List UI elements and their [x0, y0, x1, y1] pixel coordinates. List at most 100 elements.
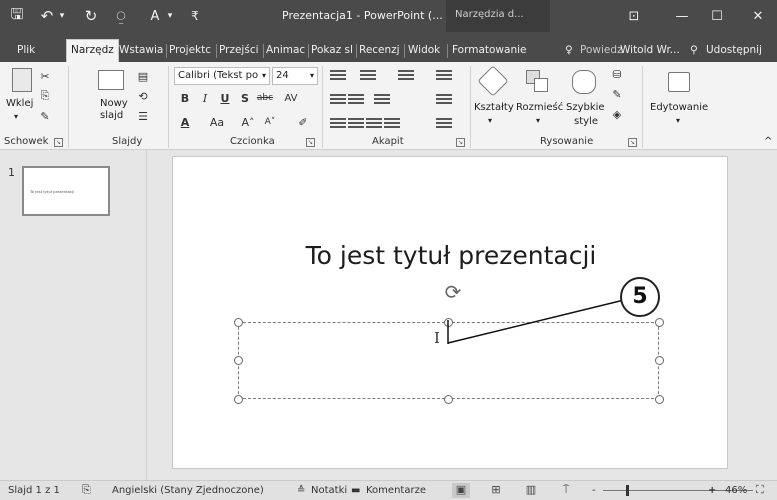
maximize-button[interactable]: ☐	[703, 6, 731, 26]
font-size-dropdown-icon[interactable]: ▾	[310, 71, 314, 80]
line-spacing-icon[interactable]	[398, 68, 414, 82]
zoom-slider-thumb[interactable]	[626, 485, 629, 496]
save-icon[interactable]: 🖫	[6, 5, 28, 26]
share-button[interactable]: Udostępnij	[706, 40, 762, 62]
cut-icon[interactable]: ✂	[36, 68, 54, 84]
new-slide-button[interactable]: slajd	[100, 110, 123, 121]
smartart-icon[interactable]	[436, 116, 452, 130]
editing-dropdown-icon[interactable]: ▾	[676, 116, 680, 125]
drawing-launcher-icon[interactable]: ↘	[628, 138, 637, 147]
resize-handle-top-left[interactable]	[234, 318, 243, 327]
shape-fill-icon[interactable]: ⛁	[608, 66, 626, 82]
align-right-icon[interactable]	[366, 116, 382, 130]
tab-file[interactable]: Plik	[17, 40, 35, 62]
clear-formatting-icon[interactable]: ✐	[294, 114, 312, 130]
shapes-icon[interactable]	[477, 65, 509, 97]
justify-icon[interactable]	[384, 116, 400, 130]
font-dropdown-icon[interactable]: ▾	[164, 6, 176, 26]
font-name-dropdown-icon[interactable]: ▾	[262, 71, 266, 80]
decrease-indent-icon[interactable]	[330, 92, 346, 106]
reading-view-icon[interactable]: ▥	[522, 483, 540, 498]
align-left-icon[interactable]	[330, 116, 346, 130]
font-launcher-icon[interactable]: ↘	[306, 138, 315, 147]
resize-handle-bottom-left[interactable]	[234, 395, 243, 404]
zoom-in-button[interactable]: +	[708, 485, 716, 496]
zoom-out-button[interactable]: -	[592, 485, 596, 496]
align-center-icon[interactable]	[348, 116, 364, 130]
increase-indent-icon[interactable]	[348, 92, 364, 106]
shape-effects-icon[interactable]: ◈	[608, 106, 626, 122]
find-icon[interactable]	[668, 72, 690, 92]
zoom-level[interactable]: 46%	[725, 485, 747, 496]
bullets-icon[interactable]	[330, 68, 346, 82]
comments-icon[interactable]: ▬	[351, 485, 360, 496]
tab-transitions[interactable]: Przejści	[219, 40, 259, 62]
spelling-icon[interactable]: ⎘	[82, 483, 91, 497]
underline-button[interactable]: U	[216, 90, 234, 106]
slide-sorter-icon[interactable]: ⊞	[487, 483, 505, 498]
shapes-button[interactable]: Kształty	[474, 102, 514, 113]
slide-thumbnail[interactable]: To jest tytuł prezentacji	[22, 166, 110, 216]
strikethrough-button[interactable]: abc	[254, 90, 276, 106]
collapse-ribbon-icon[interactable]: ^	[764, 136, 772, 147]
format-painter-icon[interactable]: ✎	[36, 108, 54, 124]
tab-slideshow[interactable]: Pokaz sl	[311, 40, 353, 62]
change-case-button[interactable]: Aa	[206, 114, 228, 130]
ribbon-display-icon[interactable]: ⊡	[620, 6, 648, 26]
resize-handle-left[interactable]	[234, 356, 243, 365]
share-icon[interactable]: ⚲	[690, 40, 698, 62]
grow-font-button[interactable]: A˄	[238, 114, 258, 130]
editing-button[interactable]: Edytowanie	[650, 102, 708, 113]
user-name[interactable]: Witold Wr...	[620, 40, 680, 62]
align-text-icon[interactable]	[436, 92, 452, 106]
quick-styles-label-1[interactable]: Szybkie	[566, 102, 605, 113]
undo-dropdown-icon[interactable]: ▾	[56, 6, 68, 26]
tab-design[interactable]: Projektc	[169, 40, 211, 62]
arrange-icon-front[interactable]	[534, 78, 548, 92]
start-from-beginning-icon[interactable]: ⍜	[110, 6, 132, 26]
font-icon[interactable]: A	[144, 6, 166, 26]
shapes-dropdown-icon[interactable]: ▾	[488, 116, 492, 125]
section-icon[interactable]: ☰	[134, 108, 152, 124]
clipboard-launcher-icon[interactable]: ↘	[54, 138, 63, 147]
resize-handle-right[interactable]	[655, 356, 664, 365]
tab-format[interactable]: Formatowanie	[452, 40, 526, 62]
tab-view[interactable]: Widok	[408, 40, 440, 62]
notes-icon[interactable]: ≙	[297, 485, 305, 496]
tellme-input[interactable]: Powiedz	[580, 40, 623, 62]
copy-icon[interactable]: ⎘	[36, 88, 54, 104]
paste-dropdown-icon[interactable]: ▾	[14, 112, 18, 121]
customize-icon[interactable]: ₹	[184, 6, 206, 26]
resize-handle-bottom[interactable]	[444, 395, 453, 404]
bold-button[interactable]: B	[176, 90, 194, 106]
paragraph-launcher-icon[interactable]: ↘	[456, 138, 465, 147]
rotate-handle-icon[interactable]: ⟳	[442, 281, 464, 303]
fit-to-window-icon[interactable]: ⛶	[756, 483, 764, 497]
paste-button[interactable]: Wklej	[6, 98, 33, 109]
italic-button[interactable]: I	[196, 90, 214, 106]
arrange-button[interactable]: Rozmieść	[516, 102, 563, 113]
notes-button[interactable]: Notatki	[311, 485, 347, 496]
font-name-input[interactable]: Calibri (Tekst po ▾	[174, 67, 270, 85]
resize-handle-top-right[interactable]	[655, 318, 664, 327]
minimize-button[interactable]: —	[668, 6, 696, 26]
new-slide-label-1[interactable]: Nowy	[100, 98, 128, 109]
shrink-font-button[interactable]: A˅	[260, 114, 280, 130]
slide-title[interactable]: To jest tytuł prezentacji	[173, 241, 729, 270]
quick-styles-icon[interactable]	[572, 70, 596, 94]
font-color-button[interactable]: A	[176, 114, 194, 130]
language-indicator[interactable]: Angielski (Stany Zjednoczone)	[112, 485, 264, 496]
shape-outline-icon[interactable]: ✎	[608, 86, 626, 102]
vertical-scrollbar[interactable]	[760, 150, 777, 480]
shadow-button[interactable]: S	[236, 90, 254, 106]
new-slide-icon[interactable]	[98, 70, 124, 90]
tab-drawing-tools-home[interactable]: Narzędz	[66, 39, 119, 62]
slideshow-icon[interactable]: ⍑	[557, 483, 575, 498]
columns-icon[interactable]	[374, 92, 390, 106]
quick-styles-button[interactable]: style	[574, 116, 598, 127]
character-spacing-button[interactable]: AV	[280, 90, 302, 106]
undo-icon[interactable]: ↶	[36, 6, 58, 26]
subtitle-placeholder[interactable]	[238, 322, 659, 399]
font-size-input[interactable]: 24 ▾	[272, 67, 318, 85]
tab-review[interactable]: Recenzj	[359, 40, 400, 62]
